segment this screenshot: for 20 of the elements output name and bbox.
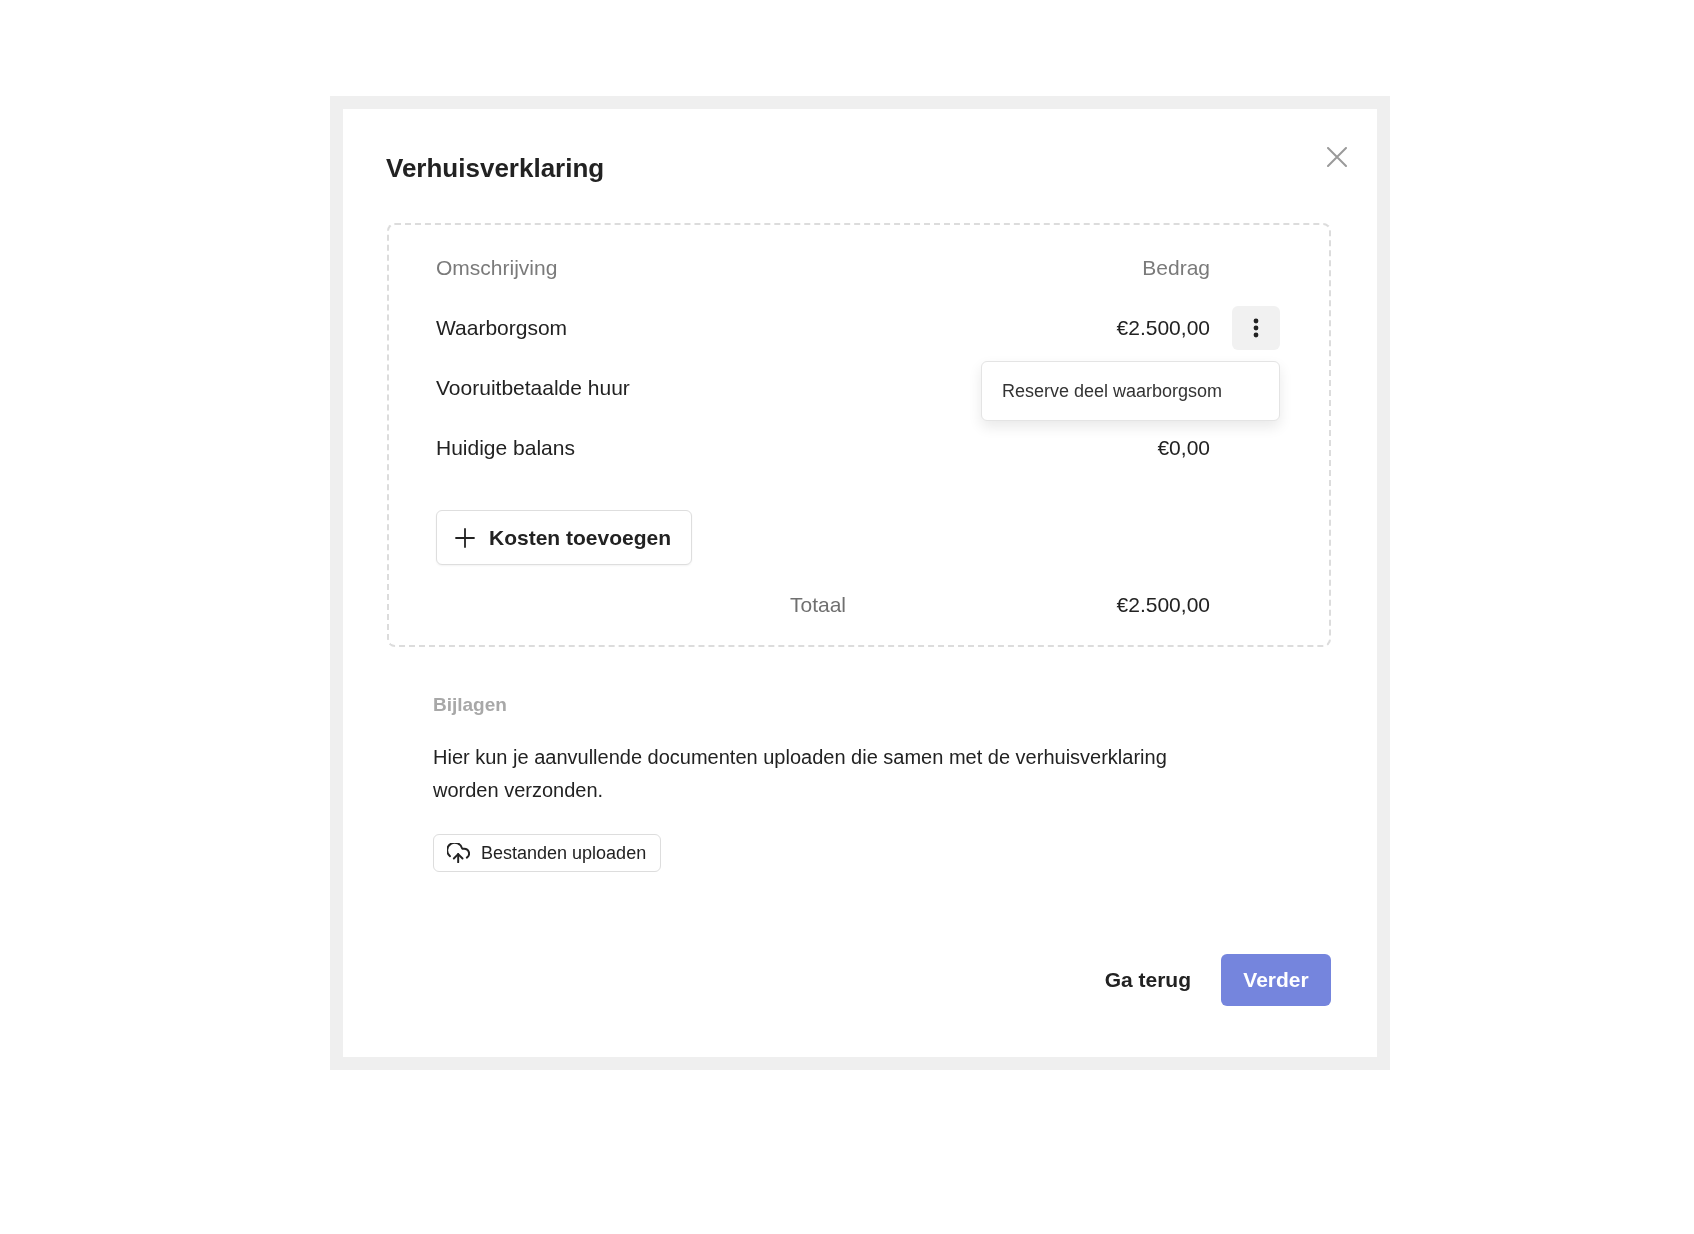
total-label: Totaal [789, 593, 846, 617]
section-description: Hier kun je aanvullende documenten uploaden die samen met de verhuisverklaring worden verzonden. [433, 745, 1168, 803]
more-icon [1253, 318, 1259, 338]
plus-icon [455, 527, 475, 548]
close-icon [1327, 147, 1347, 167]
more-button[interactable] [1232, 306, 1280, 350]
column-header: Omschrijving [436, 256, 559, 280]
add-costs-button[interactable]: Kosten toevoegen [436, 510, 693, 565]
back-button[interactable]: Ga terug [1092, 954, 1203, 1006]
table-cell-text: Waarborgsom [436, 316, 569, 340]
table-cell-text: €0,00 [1156, 436, 1210, 460]
upload-button[interactable]: Bestanden uploaden [433, 834, 662, 872]
dialog-title: Verhuisverklaring [386, 152, 605, 185]
table-cell-text: €2.500,00 [1115, 316, 1210, 340]
menu-item[interactable]: Reserve deel waarborgsom [1002, 380, 1259, 402]
total-amount: €2.500,00 [1115, 593, 1210, 617]
table-cell-text: Huidige balans [436, 436, 576, 460]
section-heading: Bijlagen [433, 694, 508, 716]
column-header: Bedrag [1141, 256, 1210, 280]
cloud-upload-icon [447, 843, 470, 863]
